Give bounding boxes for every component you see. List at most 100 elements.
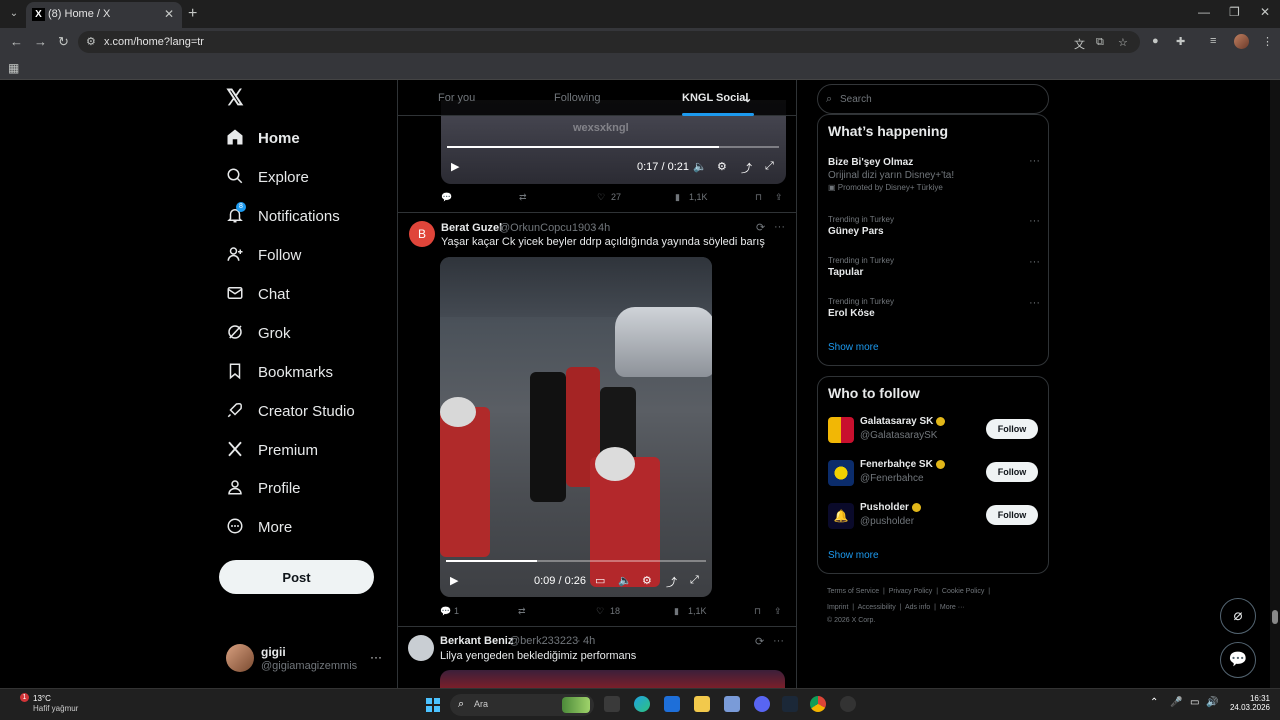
chevron-down-icon[interactable]: ⌄ [743, 92, 752, 105]
reply-icon[interactable]: 💬 [441, 192, 452, 203]
nav-more[interactable]: More [226, 514, 292, 540]
nav-bookmarks[interactable]: Bookmarks [226, 359, 333, 385]
video-progress-bar[interactable] [447, 146, 779, 148]
nav-profile[interactable]: Profile [226, 475, 301, 501]
site-info-icon[interactable]: ⚙ [86, 35, 96, 48]
follow-suggestion[interactable]: Fenerbahçe SK @Fenerbahce Follow [828, 458, 1040, 490]
more-dots-icon[interactable]: ··· [370, 650, 382, 664]
like-icon[interactable]: ♡ [596, 606, 604, 617]
x-logo-icon[interactable]: 𝕏 [226, 87, 246, 109]
extensions-puzzle-icon[interactable]: ✚ [1176, 35, 1185, 48]
clock[interactable]: 16:31 24.03.2026 [1222, 694, 1270, 712]
windows-start-icon[interactable] [426, 698, 440, 712]
new-tab-icon[interactable]: + [188, 5, 197, 23]
volume-icon[interactable]: 🔊 [1206, 697, 1218, 708]
video-progress-bar[interactable] [446, 560, 706, 562]
bookmark-icon[interactable]: ⊓ [754, 606, 761, 617]
tab-close-icon[interactable]: ✕ [164, 7, 174, 21]
pip-icon[interactable]: ⤴ [741, 160, 752, 176]
chat-fab-icon[interactable]: 💬 [1220, 642, 1256, 678]
tab-kngl-social[interactable]: KNGL Social [682, 92, 748, 104]
footer-link[interactable]: More ··· [940, 604, 965, 611]
trend-item[interactable]: Trending in Turkey Güney Pars ··· [828, 215, 1040, 237]
install-app-icon[interactable]: ⧉ [1096, 36, 1104, 49]
task-view-icon[interactable] [604, 696, 620, 712]
reply-icon[interactable]: 💬 [440, 606, 451, 617]
microphone-icon[interactable]: 🎤 [1170, 697, 1182, 708]
window-close-icon[interactable]: ✕ [1260, 5, 1270, 19]
chrome-icon[interactable] [810, 696, 826, 712]
avatar[interactable]: B [409, 221, 435, 247]
footer-link[interactable]: Accessibility [858, 604, 896, 611]
volume-icon[interactable]: 🔈 [618, 574, 632, 587]
tab-following[interactable]: Following [554, 92, 600, 104]
more-dots-icon[interactable]: ··· [1029, 297, 1040, 309]
apps-grid-icon[interactable]: ▦ [8, 61, 19, 75]
file-explorer-icon[interactable] [694, 696, 710, 712]
views-icon[interactable]: ▮ [674, 606, 679, 617]
reading-list-icon[interactable]: ≡ [1210, 35, 1216, 47]
browser-tab[interactable]: X (8) Home / X ✕ [26, 2, 182, 28]
translate-icon[interactable]: 文 [1074, 36, 1085, 52]
app-icon[interactable] [840, 696, 856, 712]
address-bar[interactable]: ⚙ x.com/home?lang=tr 文 ⧉ ☆ [78, 31, 1140, 53]
bookmark-icon[interactable]: ⊓ [755, 192, 762, 203]
nav-premium[interactable]: Premium [226, 437, 318, 463]
post-author-name[interactable]: Berkant Beniz [440, 635, 513, 647]
taskbar-search[interactable]: ⌕ Ara [450, 694, 594, 716]
more-dots-icon[interactable]: ··· [773, 635, 784, 647]
views-icon[interactable]: ▮ [675, 192, 680, 203]
maximize-icon[interactable]: ❐ [1229, 5, 1240, 19]
play-icon[interactable]: ▶ [450, 574, 458, 587]
trend-item[interactable]: Bize Bi'şey Olmaz Orijinal dizi yarın Di… [828, 155, 1040, 192]
fullscreen-icon[interactable]: ⤢ [690, 574, 699, 587]
scrollbar-thumb[interactable] [1272, 610, 1278, 624]
post-time[interactable]: 4h [598, 222, 610, 234]
follow-button[interactable]: Follow [986, 505, 1038, 525]
follow-button[interactable]: Follow [986, 462, 1038, 482]
nav-explore[interactable]: Explore [226, 164, 309, 190]
share-icon[interactable]: ⇪ [775, 192, 783, 203]
more-dots-icon[interactable]: ··· [774, 221, 785, 233]
show-more-link[interactable]: Show more [828, 342, 879, 353]
discord-icon[interactable] [754, 696, 770, 712]
footer-link[interactable]: Ads info [905, 604, 930, 611]
scrollbar[interactable] [1270, 80, 1280, 688]
store-icon[interactable] [664, 696, 680, 712]
more-dots-icon[interactable]: ··· [1029, 256, 1040, 268]
back-icon[interactable]: ← [10, 34, 23, 49]
settings-icon[interactable]: ⚙ [642, 574, 652, 587]
more-dots-icon[interactable]: ··· [1029, 215, 1040, 227]
fullscreen-icon[interactable]: ⤢ [765, 160, 774, 173]
footer-link[interactable]: Cookie Policy [942, 588, 984, 595]
footer-link[interactable]: Privacy Policy [889, 588, 933, 595]
grok-fab-icon[interactable]: ⌀ [1220, 598, 1256, 634]
repost-icon[interactable]: ⇄ [518, 606, 526, 617]
edge-icon[interactable] [634, 696, 650, 712]
tray-chevron-icon[interactable]: ⌃ [1150, 697, 1158, 708]
bookmark-star-icon[interactable]: ☆ [1118, 36, 1128, 49]
grok-explain-icon[interactable]: ⟳ [755, 635, 764, 648]
minimize-icon[interactable]: — [1198, 5, 1210, 19]
settings-app-icon[interactable] [724, 696, 740, 712]
footer-link[interactable]: Terms of Service [827, 588, 879, 595]
post-author-handle[interactable]: @OrkunCopcu1903 [499, 222, 596, 234]
nav-notifications[interactable]: 8 Notifications [226, 202, 340, 229]
nav-follow[interactable]: Follow [226, 242, 301, 268]
nav-home[interactable]: Home [226, 125, 300, 151]
share-icon[interactable]: ⇪ [774, 606, 782, 617]
reload-icon[interactable]: ↻ [58, 34, 69, 50]
avatar[interactable] [408, 635, 434, 661]
follow-suggestion[interactable]: Galatasaray SK @GalatasaraySK Follow [828, 415, 1040, 447]
nav-chat[interactable]: Chat [226, 281, 290, 307]
post-media[interactable] [440, 670, 785, 688]
like-icon[interactable]: ♡ [597, 192, 605, 203]
post-time[interactable]: 4h [583, 635, 595, 647]
extension-icon[interactable]: ● [1152, 35, 1159, 47]
search-box[interactable]: ⌕ [817, 84, 1049, 114]
post-author-name[interactable]: Berat Guzel [441, 222, 502, 234]
captions-icon[interactable]: ▭ [595, 574, 605, 587]
browser-profile-avatar[interactable] [1234, 34, 1249, 49]
post-author-handle[interactable]: @berk233223 [509, 635, 578, 647]
show-more-link[interactable]: Show more [828, 550, 879, 561]
